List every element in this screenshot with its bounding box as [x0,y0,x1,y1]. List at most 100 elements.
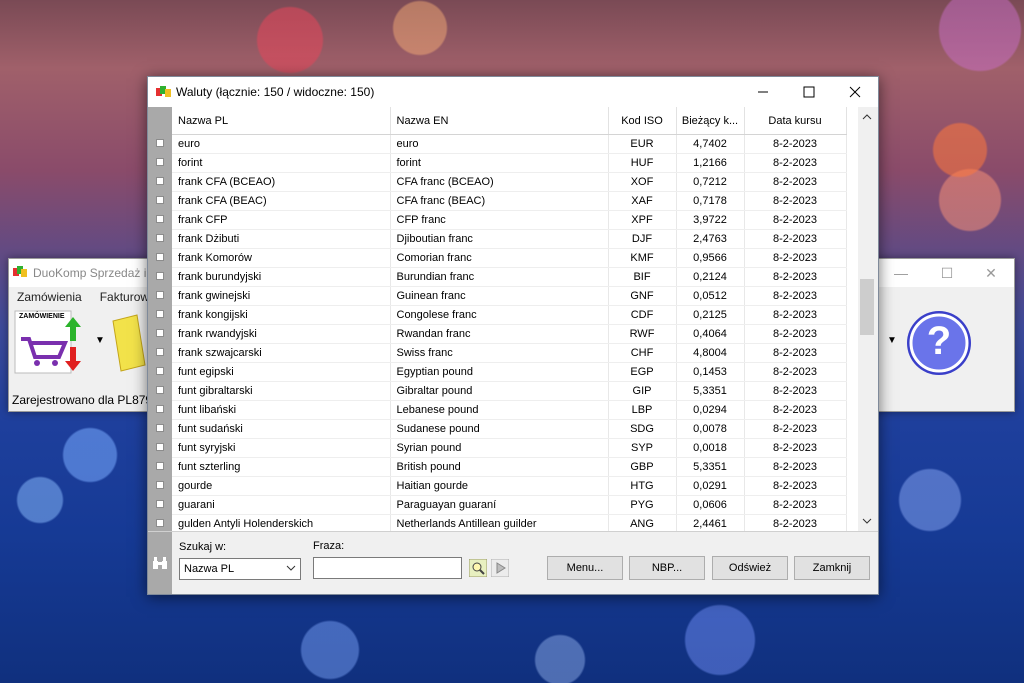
row-selector-checkbox[interactable] [156,291,164,299]
row-selector-checkbox[interactable] [156,462,164,470]
row-selector-checkbox[interactable] [156,253,164,261]
chevron-down-icon[interactable]: ▼ [95,335,105,346]
order-toolbar-button[interactable]: ZAMÓWIENIE [13,309,89,375]
cell-biezacy-kurs: 0,0078 [676,419,745,439]
cell-kod-iso: XOF [608,172,677,192]
cell-nazwa-pl: frank Dżibuti [172,229,391,249]
cell-nazwa-pl: frank CFA (BEAC) [172,191,391,211]
help-toolbar-button[interactable]: ? [905,309,973,377]
invoice-toolbar-button[interactable] [109,311,149,373]
row-selector-checkbox[interactable] [156,310,164,318]
close-icon[interactable]: ✕ [968,259,1014,287]
table-row[interactable]: forint forint HUF 1,2166 8-2-2023 [172,153,847,173]
refresh-button[interactable]: Odśwież [712,556,788,580]
table-row[interactable]: funt sudański Sudanese pound SDG 0,0078 8-2-… [172,419,847,439]
table-row[interactable]: frank CFA (BCEAO) CFA franc (BCEAO) XOF 0,7… [172,172,847,192]
row-selector-checkbox[interactable] [156,329,164,337]
col-header-biezacy-kurs[interactable]: Bieżący k... [676,107,745,135]
cell-nazwa-en: CFA franc (BEAC) [390,191,609,211]
cell-nazwa-pl: funt gibraltarski [172,381,391,401]
search-in-select[interactable]: Nazwa PL [179,558,301,580]
row-selector-checkbox[interactable] [156,272,164,280]
table-row[interactable]: gulden Antyli Holenderskich Netherlands A… [172,514,847,531]
table-row[interactable]: frank Dżibuti Djiboutian franc DJF 2,4763 8-… [172,229,847,249]
table-row[interactable]: frank burundyjski Burundian franc BIF 0,212… [172,267,847,287]
cell-biezacy-kurs: 0,9566 [676,248,745,268]
search-in-value: Nazwa PL [184,563,235,575]
table-row[interactable]: frank CFP CFP franc XPF 3,9722 8-2-2023 [172,210,847,230]
table-row[interactable]: frank rwandyjski Rwandan franc RWF 0,4064 8-… [172,324,847,344]
search-panel: Szukaj w: Nazwa PL Fraza: Menu... NBP...… [148,531,878,594]
row-selector-checkbox[interactable] [156,500,164,508]
menu-button[interactable]: Menu... [547,556,623,580]
minimize-icon [758,91,768,93]
minimize-button[interactable] [740,77,786,107]
cell-biezacy-kurs: 0,0291 [676,476,745,496]
table-row[interactable]: frank kongijski Congolese franc CDF 0,2125 8… [172,305,847,325]
cell-kod-iso: EGP [608,362,677,382]
close-button[interactable] [832,77,878,107]
row-selector-checkbox[interactable] [156,158,164,166]
col-header-nazwa-pl[interactable]: Nazwa PL [172,107,391,135]
table-row[interactable]: frank Komorów Comorian franc KMF 0,9566 8-2-… [172,248,847,268]
table-row[interactable]: guarani Paraguayan guaraní PYG 0,0606 8-2-20… [172,495,847,515]
row-selector-checkbox[interactable] [156,177,164,185]
chevron-down-icon[interactable]: ▼ [887,335,897,346]
col-header-nazwa-en[interactable]: Nazwa EN [390,107,609,135]
table-row[interactable]: funt gibraltarski Gibraltar pound GIP 5,335… [172,381,847,401]
row-selector-checkbox[interactable] [156,234,164,242]
row-selector-checkbox[interactable] [156,196,164,204]
row-selector-checkbox[interactable] [156,139,164,147]
search-button[interactable] [468,558,488,578]
cell-biezacy-kurs: 3,9722 [676,210,745,230]
row-selector-checkbox[interactable] [156,215,164,223]
table-row[interactable]: frank CFA (BEAC) CFA franc (BEAC) XAF 0,717… [172,191,847,211]
row-selector-checkbox[interactable] [156,348,164,356]
row-selector-checkbox[interactable] [156,424,164,432]
cell-data-kursu: 8-2-2023 [744,134,847,154]
cell-biezacy-kurs: 0,1453 [676,362,745,382]
phrase-input[interactable] [313,557,462,579]
table-row[interactable]: funt libański Lebanese pound LBP 0,0294 8-2-… [172,400,847,420]
scrollbar-thumb[interactable] [860,279,874,335]
cell-nazwa-en: Rwandan franc [390,324,609,344]
close-dialog-button[interactable]: Zamknij [794,556,870,580]
nbp-button[interactable]: NBP... [629,556,705,580]
table-row[interactable]: gourde Haitian gourde HTG 0,0291 8-2-2023 [172,476,847,496]
row-selector-checkbox[interactable] [156,367,164,375]
cell-nazwa-en: Burundian franc [390,267,609,287]
table-row[interactable]: frank szwajcarski Swiss franc CHF 4,8004 8-2… [172,343,847,363]
table-row[interactable]: funt szterling British pound GBP 5,3351 8-2-… [172,457,847,477]
row-selector-checkbox[interactable] [156,386,164,394]
table-row[interactable]: funt syryjski Syrian pound SYP 0,0018 8-2-20… [172,438,847,458]
title-bar: Waluty (łącznie: 150 / widoczne: 150) [148,77,878,107]
menu-zamowienia[interactable]: Zamówienia [17,290,82,304]
row-selector-checkbox[interactable] [156,443,164,451]
scroll-up-icon[interactable] [858,109,876,125]
table-row[interactable]: funt egipski Egyptian pound EGP 0,1453 8-2-2… [172,362,847,382]
cell-kod-iso: SYP [608,438,677,458]
vertical-scrollbar[interactable] [858,107,876,531]
minimize-icon[interactable]: — [878,259,924,287]
table-row[interactable]: frank gwinejski Guinean franc GNF 0,0512 8-2… [172,286,847,306]
cell-kod-iso: GBP [608,457,677,477]
cell-kod-iso: LBP [608,400,677,420]
cell-nazwa-pl: funt egipski [172,362,391,382]
cell-kod-iso: KMF [608,248,677,268]
col-header-data-kursu[interactable]: Data kursu [744,107,847,135]
next-result-button[interactable] [490,558,510,578]
cell-kod-iso: EUR [608,134,677,154]
maximize-icon[interactable]: ☐ [924,259,970,287]
maximize-button[interactable] [786,77,832,107]
cell-biezacy-kurs: 0,2125 [676,305,745,325]
cell-kod-iso: PYG [608,495,677,515]
row-selector-checkbox[interactable] [156,519,164,527]
row-selector-checkbox[interactable] [156,405,164,413]
app-logo-icon [156,86,171,97]
scroll-down-icon[interactable] [858,513,876,529]
cell-data-kursu: 8-2-2023 [744,210,847,230]
row-selector-checkbox[interactable] [156,481,164,489]
col-header-kod-iso[interactable]: Kod ISO [608,107,677,135]
table-row[interactable]: euro euro EUR 4,7402 8-2-2023 [172,134,847,154]
grid-header-row: Nazwa PL Nazwa EN Kod ISO Bieżący k... D… [172,107,847,135]
